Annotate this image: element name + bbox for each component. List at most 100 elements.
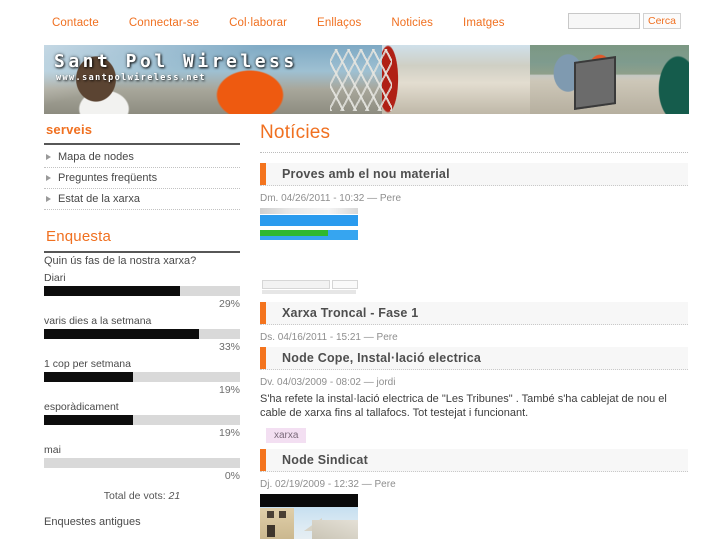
article-screenshot-thumbnail[interactable] bbox=[260, 208, 358, 296]
search-input[interactable] bbox=[567, 13, 640, 29]
article-marker-icon bbox=[260, 347, 266, 369]
poll-percent: 0% bbox=[224, 470, 240, 482]
site-banner: Sant Pol Wireless www.santpolwireless.ne… bbox=[44, 45, 689, 114]
poll-bar-fill bbox=[44, 415, 134, 425]
search-button[interactable]: Cerca bbox=[642, 13, 681, 29]
thumb-window-icon bbox=[279, 511, 286, 518]
poll-option-label: esporàdicament bbox=[44, 401, 119, 413]
thumb-building-left bbox=[260, 508, 294, 539]
services-label-1: Mapa de nodes bbox=[58, 151, 134, 163]
article-header: Proves amb el nou material bbox=[260, 163, 688, 186]
chevron-right-icon bbox=[46, 175, 51, 181]
poll-question: Quin ús fas de la nostra xarxa? bbox=[44, 255, 197, 267]
article-submitted: Ds. 04/16/2011 - 15:21 — Pere bbox=[260, 332, 398, 343]
services-label-2: Preguntes freqüents bbox=[58, 172, 158, 184]
poll-percent: 29% bbox=[218, 298, 240, 310]
poll-bar-track bbox=[44, 372, 240, 382]
article-title[interactable]: Xarxa Troncal - Fase 1 bbox=[282, 306, 418, 320]
page-title: Notícies bbox=[260, 122, 331, 143]
main-content: Notícies Proves amb el nou material Dm. … bbox=[260, 122, 688, 543]
poll-result-row: varis dies a la setmana 33% bbox=[44, 315, 240, 353]
thumb-green-progress bbox=[260, 230, 328, 236]
poll-option-label: 1 cop per setmana bbox=[44, 358, 131, 370]
sidebar-item-preguntes-frequents[interactable]: Preguntes freqüents bbox=[44, 168, 240, 189]
older-polls-link[interactable]: Enquestes antigues bbox=[44, 516, 141, 528]
thumb-building-right bbox=[312, 520, 358, 539]
services-divider bbox=[44, 143, 240, 145]
poll-result-row: mai 0% bbox=[44, 444, 240, 482]
poll-result-row: 1 cop per setmana 19% bbox=[44, 358, 240, 396]
poll-divider bbox=[44, 251, 240, 253]
article-header: Node Sindicat bbox=[260, 449, 688, 472]
services-link-1[interactable]: Mapa de nodes bbox=[44, 151, 134, 163]
poll-result-row: Diari 29% bbox=[44, 272, 240, 310]
article-body: S'ha refete la instal·lació electrica de… bbox=[260, 393, 667, 419]
services-menu: Mapa de nodes Preguntes freqüents Estat … bbox=[44, 147, 240, 210]
primary-nav-links: Contacte Connectar-se Col·laborar Enllaç… bbox=[52, 17, 520, 29]
thumb-window-titlebar bbox=[260, 208, 358, 214]
article-photo-thumbnail[interactable] bbox=[260, 494, 358, 539]
chevron-right-icon bbox=[46, 196, 51, 202]
sidebar-block-services: serveis Mapa de nodes Preguntes freqüent… bbox=[44, 122, 240, 210]
thumb-black-band bbox=[260, 494, 358, 507]
poll-option-label: mai bbox=[44, 444, 61, 456]
article-title[interactable]: Node Sindicat bbox=[282, 453, 368, 467]
article-tags: xarxa bbox=[266, 428, 688, 443]
article-submitted: Dj. 02/19/2009 - 12:32 — Pere bbox=[260, 479, 396, 490]
site-logo-title: Sant Pol Wireless bbox=[54, 51, 298, 72]
poll-percent: 33% bbox=[218, 341, 240, 353]
article-title[interactable]: Proves amb el nou material bbox=[282, 167, 450, 181]
news-article: Node Sindicat Dj. 02/19/2009 - 12:32 — P… bbox=[260, 449, 688, 539]
banner-photo-middle bbox=[382, 45, 532, 114]
poll-bar-track bbox=[44, 415, 240, 425]
sidebar-item-estat-de-la-xarxa[interactable]: Estat de la xarxa bbox=[44, 189, 240, 210]
poll-bar-track bbox=[44, 329, 240, 339]
thumb-button bbox=[332, 280, 358, 289]
nav-item-noticies[interactable]: Noticies bbox=[376, 17, 448, 29]
sidebar-item-mapa-de-nodes[interactable]: Mapa de nodes bbox=[44, 147, 240, 168]
sidebar-block-poll: Enquesta Quin ús fas de la nostra xarxa?… bbox=[44, 228, 240, 528]
services-link-3[interactable]: Estat de la xarxa bbox=[44, 193, 140, 205]
search-form: Cerca bbox=[567, 13, 681, 29]
page-title-divider bbox=[260, 152, 688, 153]
nav-item-connectar-se[interactable]: Connectar-se bbox=[114, 17, 214, 29]
sidebar: serveis Mapa de nodes Preguntes freqüent… bbox=[44, 122, 240, 528]
poll-total-value: 21 bbox=[168, 490, 181, 502]
poll-title: Enquesta bbox=[46, 228, 111, 245]
poll-bar-fill bbox=[44, 372, 134, 382]
article-title[interactable]: Node Cope, Instal·lació electrica bbox=[282, 351, 481, 365]
services-title: serveis bbox=[46, 122, 93, 137]
poll-bar-track bbox=[44, 286, 240, 296]
nav-item-collaborar[interactable]: Col·laborar bbox=[214, 17, 302, 29]
thumb-blue-bar-1 bbox=[260, 215, 358, 226]
news-article: Xarxa Troncal - Fase 1 Ds. 04/16/2011 - … bbox=[260, 302, 688, 343]
article-header: Xarxa Troncal - Fase 1 bbox=[260, 302, 688, 325]
tag-xarxa[interactable]: xarxa bbox=[266, 428, 307, 443]
nav-item-enllacos[interactable]: Enllaços bbox=[302, 17, 376, 29]
article-marker-icon bbox=[260, 163, 266, 185]
thumb-window-icon bbox=[267, 511, 274, 518]
poll-option-label: Diari bbox=[44, 272, 66, 284]
chevron-right-icon bbox=[46, 154, 51, 160]
article-marker-icon bbox=[260, 449, 266, 471]
poll-total: Total de vots: 21 bbox=[44, 490, 240, 502]
article-submitted: Dv. 04/03/2009 - 08:02 — jordi bbox=[260, 377, 396, 388]
nav-item-imatges[interactable]: Imatges bbox=[448, 17, 520, 29]
poll-percent: 19% bbox=[218, 384, 240, 396]
article-marker-icon bbox=[260, 302, 266, 324]
poll-percent: 19% bbox=[218, 427, 240, 439]
services-link-2[interactable]: Preguntes freqüents bbox=[44, 172, 157, 184]
article-header: Node Cope, Instal·lació electrica bbox=[260, 347, 688, 370]
poll-older-link-wrap: Enquestes antigues bbox=[44, 516, 240, 528]
thumb-bottom-bar bbox=[262, 290, 356, 294]
top-navigation: Contacte Connectar-se Col·laborar Enllaç… bbox=[0, 0, 727, 41]
laptop-icon bbox=[574, 56, 616, 110]
news-article: Proves amb el nou material Dm. 04/26/201… bbox=[260, 163, 688, 296]
thumb-input-field bbox=[262, 280, 330, 289]
news-article: Node Cope, Instal·lació electrica Dv. 04… bbox=[260, 347, 688, 443]
page-root: Contacte Connectar-se Col·laborar Enllaç… bbox=[0, 0, 727, 545]
nav-item-contacte[interactable]: Contacte bbox=[52, 17, 114, 29]
poll-option-label: varis dies a la setmana bbox=[44, 315, 152, 327]
services-label-3: Estat de la xarxa bbox=[58, 193, 140, 205]
article-submitted: Dm. 04/26/2011 - 10:32 — Pere bbox=[260, 193, 402, 204]
